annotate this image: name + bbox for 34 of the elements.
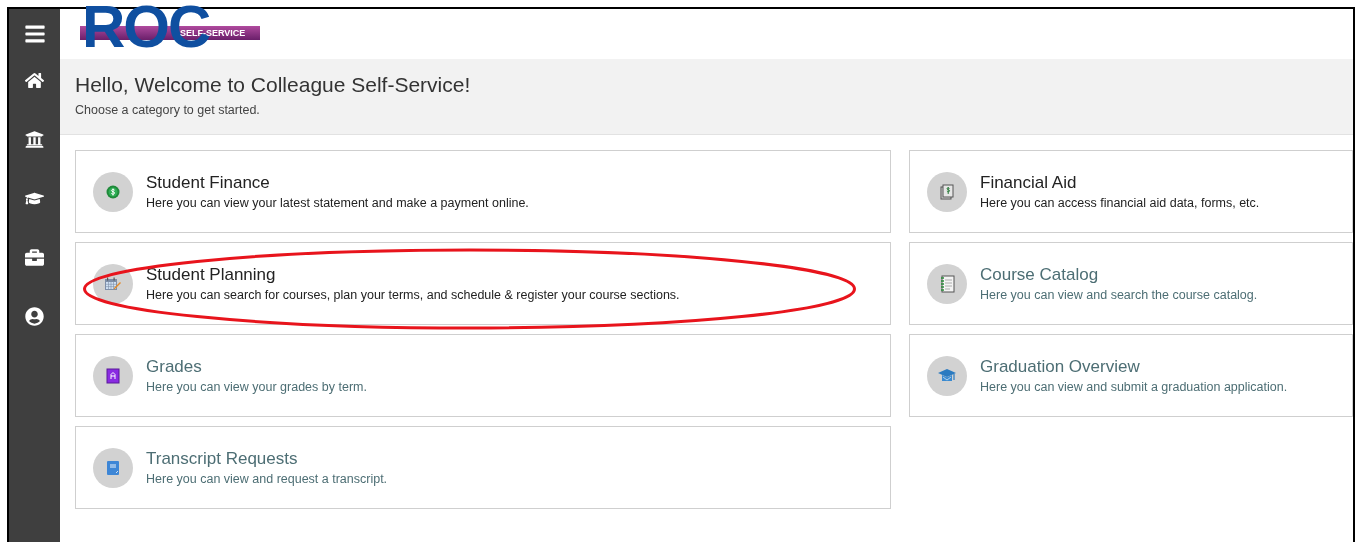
- bank-icon[interactable]: [25, 130, 44, 149]
- card-title: Student Finance: [146, 171, 271, 194]
- user-circle-icon[interactable]: [25, 307, 44, 326]
- category-card[interactable]: Course Catalog Here you can view and search the course catalog.: [909, 242, 1353, 325]
- category-card[interactable]: Graduation Overview Here you can view and submit a graduation application.: [909, 334, 1353, 417]
- card-description: Here you can access financial aid data, forms, etc.: [980, 194, 1260, 212]
- card-description: Here you can view and submit a graduation application.: [980, 378, 1288, 396]
- category-card[interactable]: Grades Here you can view your grades by term.: [75, 334, 891, 417]
- card-title: Grades: [146, 355, 203, 378]
- card-description: Here you can view your grades by term.: [146, 378, 367, 396]
- welcome-title: Hello, Welcome to Colleague Self-Service!: [75, 72, 472, 98]
- card-description: Here you can search for courses, plan your terms, and schedule & register your course sections.: [146, 286, 680, 304]
- grade-book-icon: [106, 367, 120, 384]
- card-description: Here you can view your latest statement and make a payment online.: [146, 194, 529, 212]
- briefcase-icon[interactable]: [25, 248, 44, 267]
- document-icon: [106, 459, 120, 476]
- card-title: Transcript Requests: [146, 447, 299, 470]
- dollar-coin-icon: [106, 184, 120, 199]
- graduation-cap-icon: [937, 367, 957, 384]
- category-card[interactable]: Financial Aid Here you can access financial aid data, forms, etc.: [909, 150, 1353, 233]
- money-document-icon: [940, 183, 954, 200]
- notebook-icon: [939, 274, 955, 293]
- calendar-pencil-icon: [104, 275, 122, 292]
- menu-icon[interactable]: [23, 23, 46, 45]
- card-description: Here you can view and search the course catalog.: [980, 286, 1258, 304]
- card-title: Graduation Overview: [980, 355, 1141, 378]
- card-title: Financial Aid: [980, 171, 1078, 194]
- home-icon[interactable]: [25, 71, 44, 90]
- welcome-subtitle: Choose a category to get started.: [75, 102, 261, 119]
- card-title: Student Planning: [146, 263, 277, 286]
- card-description: Here you can view and request a transcript.: [146, 470, 388, 488]
- category-card[interactable]: Student Finance Here you can view your latest statement and make a payment online.: [75, 150, 891, 233]
- card-title: Course Catalog: [980, 263, 1100, 286]
- category-card[interactable]: Transcript Requests Here you can view and request a transcript.: [75, 426, 891, 509]
